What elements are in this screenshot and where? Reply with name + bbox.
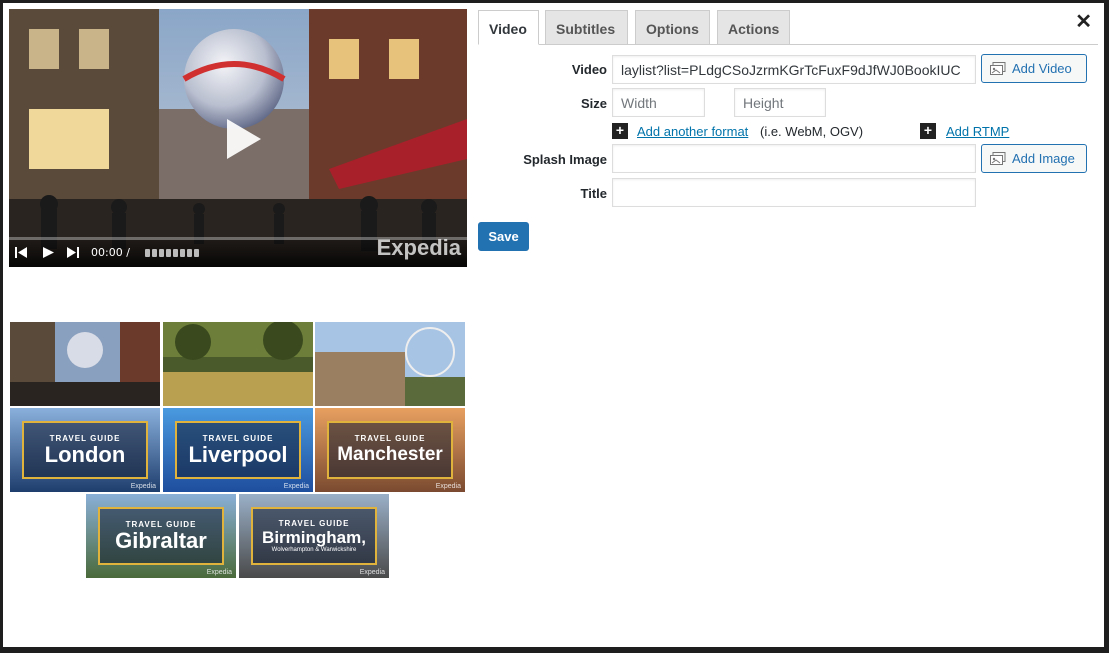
- travel-guide-card: TRAVEL GUIDE London: [22, 421, 148, 479]
- playlist-thumb[interactable]: [10, 322, 160, 406]
- tab-video[interactable]: Video: [478, 10, 539, 45]
- format-hint: (i.e. WebM, OGV): [760, 124, 864, 139]
- guide-subtitle: Wolverhampton & Warwickshire: [271, 547, 357, 553]
- guide-kicker: TRAVEL GUIDE: [354, 433, 426, 443]
- thumb-watermark: Expedia: [435, 483, 461, 490]
- height-input[interactable]: [734, 88, 826, 117]
- skip-back-icon[interactable]: [15, 247, 27, 258]
- add-video-button[interactable]: Add Video: [981, 54, 1087, 83]
- playlist-thumb-london[interactable]: TRAVEL GUIDE London Expedia: [10, 408, 160, 492]
- tab-bar: Video Subtitles Options Actions: [478, 10, 1098, 45]
- video-url-input[interactable]: [612, 55, 976, 84]
- playlist-thumb[interactable]: [163, 322, 313, 406]
- video-dialog: ✕ 00:00 / Expedia TRAVEL GUIDE London Ex…: [3, 3, 1104, 647]
- time-display: 00:00 /: [91, 246, 130, 259]
- play-overlay-icon[interactable]: [223, 117, 263, 161]
- save-button[interactable]: Save: [478, 222, 529, 251]
- travel-guide-card: TRAVEL GUIDE Birmingham, Wolverhampton &…: [251, 507, 377, 565]
- thumb-watermark: Expedia: [206, 569, 232, 576]
- thumb-image: [315, 322, 465, 406]
- loading-indicator: [145, 249, 199, 257]
- guide-title: Birmingham,: [262, 528, 366, 547]
- playlist-thumb-liverpool[interactable]: TRAVEL GUIDE Liverpool Expedia: [163, 408, 313, 492]
- add-image-label: Add Image: [1012, 151, 1075, 166]
- add-image-button[interactable]: Add Image: [981, 144, 1087, 173]
- thumb-image: [163, 322, 313, 406]
- tab-subtitles[interactable]: Subtitles: [545, 10, 628, 45]
- guide-title: Manchester: [337, 443, 443, 465]
- video-player[interactable]: 00:00 / Expedia: [9, 9, 467, 267]
- video-label: Video: [571, 62, 607, 77]
- add-rtmp-link[interactable]: Add RTMP: [946, 124, 1009, 139]
- expedia-watermark: Expedia: [376, 235, 461, 260]
- thumb-watermark: Expedia: [283, 483, 309, 490]
- size-label: Size: [580, 96, 607, 111]
- thumb-watermark: Expedia: [130, 483, 156, 490]
- thumb-image: [10, 322, 160, 406]
- title-label: Title: [580, 186, 608, 201]
- playlist-thumb[interactable]: [315, 322, 465, 406]
- guide-title: Liverpool: [188, 441, 288, 467]
- guide-title: London: [44, 441, 126, 467]
- guide-kicker: TRAVEL GUIDE: [278, 519, 350, 528]
- guide-title: Gibraltar: [115, 527, 207, 553]
- tab-options[interactable]: Options: [635, 10, 710, 45]
- width-input[interactable]: [612, 88, 705, 117]
- splash-image-input[interactable]: [612, 144, 976, 173]
- travel-guide-card: TRAVEL GUIDE Gibraltar: [98, 507, 224, 565]
- playlist-thumb-birmingham[interactable]: TRAVEL GUIDE Birmingham, Wolverhampton &…: [239, 494, 389, 578]
- playlist-thumb-manchester[interactable]: TRAVEL GUIDE Manchester Expedia: [315, 408, 465, 492]
- splash-image-label: Splash Image: [523, 152, 607, 167]
- thumb-watermark: Expedia: [359, 569, 385, 576]
- travel-guide-card: TRAVEL GUIDE Manchester: [327, 421, 453, 479]
- travel-guide-card: TRAVEL GUIDE Liverpool: [175, 421, 301, 479]
- add-rtmp-plus-icon[interactable]: +: [920, 123, 936, 139]
- play-icon[interactable]: [43, 247, 54, 258]
- media-icon: [990, 61, 1006, 75]
- add-video-label: Add Video: [1012, 61, 1072, 76]
- add-format-plus-icon[interactable]: +: [612, 123, 628, 139]
- title-input[interactable]: [612, 178, 976, 207]
- add-format-link[interactable]: Add another format: [637, 124, 748, 139]
- media-icon: [990, 151, 1006, 165]
- playlist-thumb-gibraltar[interactable]: TRAVEL GUIDE Gibraltar Expedia: [86, 494, 236, 578]
- skip-forward-icon[interactable]: [67, 247, 79, 258]
- tab-actions[interactable]: Actions: [717, 10, 790, 45]
